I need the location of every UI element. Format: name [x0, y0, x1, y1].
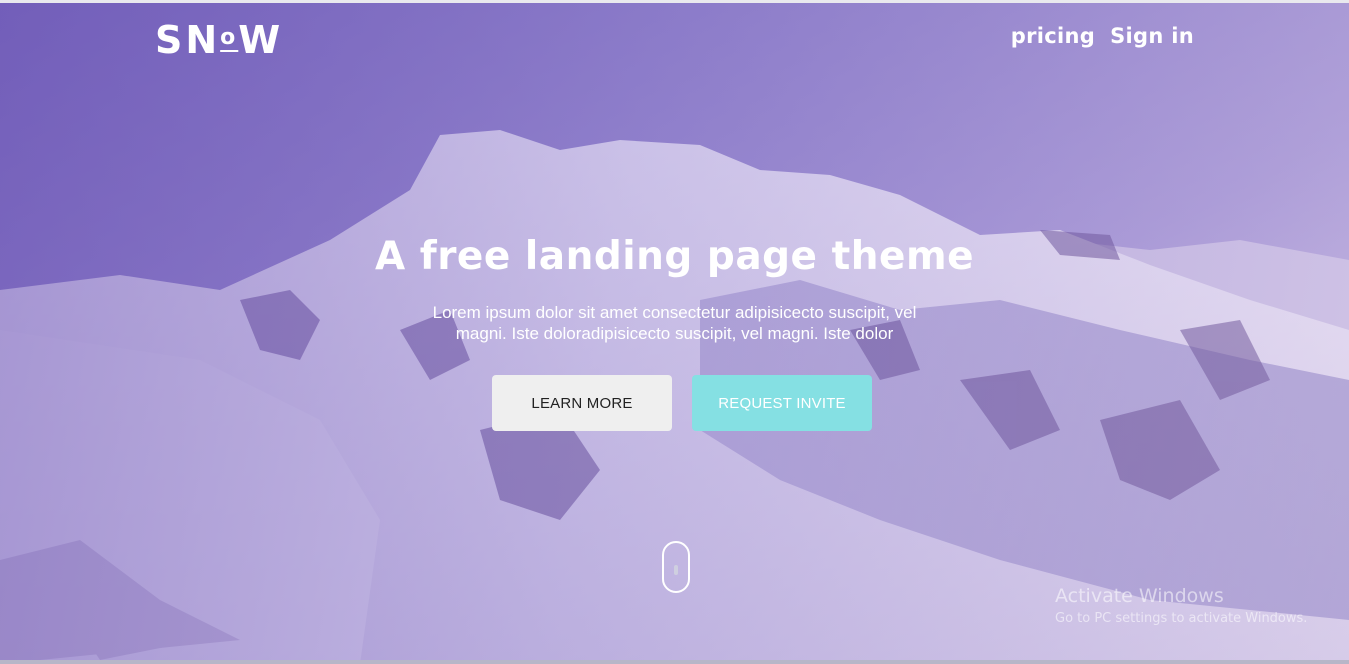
- mouse-scroll-icon[interactable]: [662, 541, 690, 593]
- nav-link-pricing[interactable]: pricing: [1011, 24, 1095, 48]
- taskbar-edge: [0, 660, 1349, 664]
- brand-logo[interactable]: SNoW: [155, 20, 283, 67]
- watermark-subtitle: Go to PC settings to activate Windows.: [1055, 611, 1308, 626]
- watermark-title: Activate Windows: [1055, 585, 1224, 607]
- logo-text-o: o: [220, 25, 239, 50]
- top-border: [0, 0, 1349, 3]
- activate-windows-watermark: Activate Windows Go to PC settings to ac…: [1055, 585, 1307, 626]
- logo-text-left: SN: [155, 18, 221, 62]
- nav-link-sign-in[interactable]: Sign in: [1110, 24, 1194, 48]
- top-nav: pricing Sign in: [1011, 24, 1194, 48]
- hero-headline: A free landing page theme: [374, 234, 975, 279]
- request-invite-button[interactable]: REQUEST INVITE: [692, 375, 872, 431]
- hero-subtext: Lorem ipsum dolor sit amet consectetur a…: [432, 303, 917, 343]
- logo-text-right: W: [238, 18, 284, 62]
- scroll-wheel: [674, 565, 678, 575]
- learn-more-button[interactable]: LEARN MORE: [492, 375, 672, 431]
